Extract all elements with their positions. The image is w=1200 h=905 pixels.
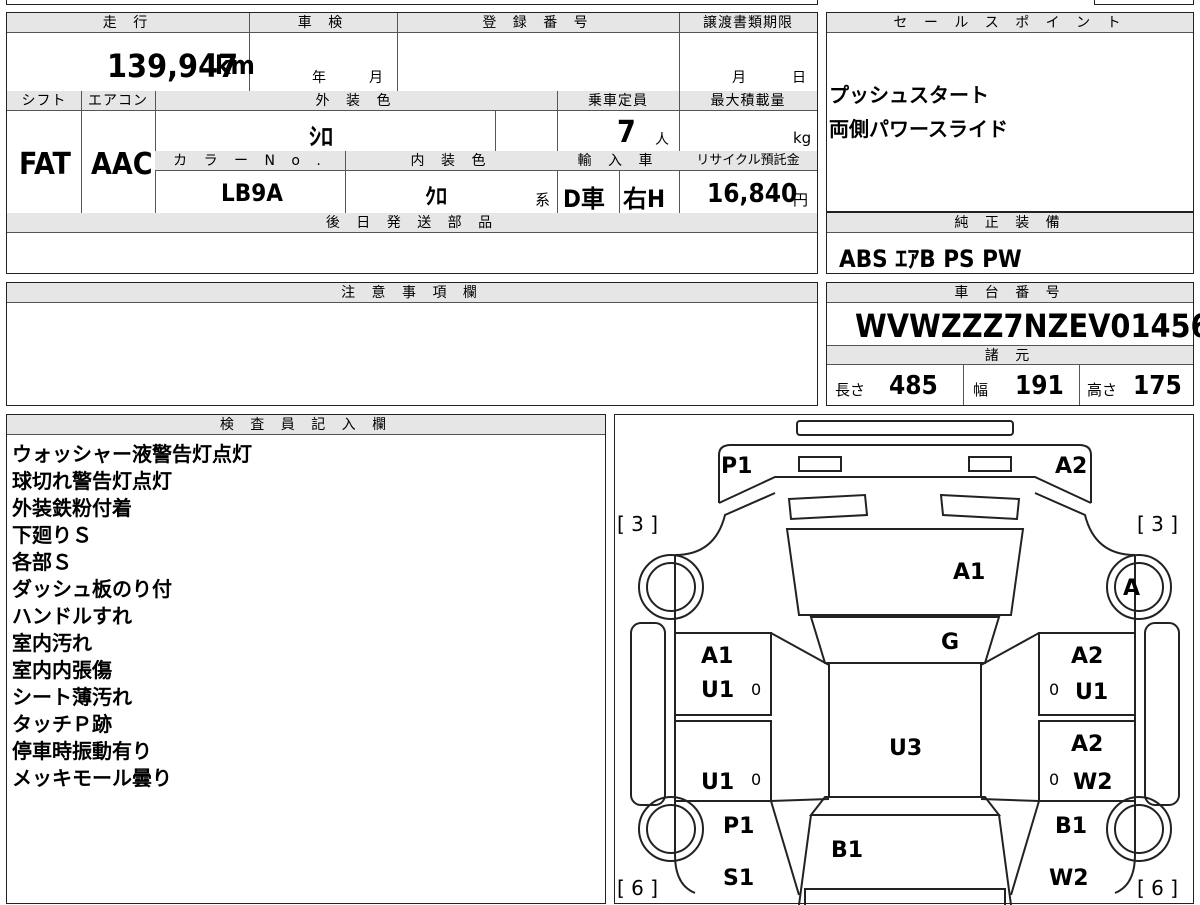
chassis-value: WVWZZZ7NZEV014560 (855, 307, 1200, 345)
bracket-left-bottom: [ 6 ] (617, 876, 658, 900)
specs-header: 諸 元 (827, 345, 1193, 365)
remark-item: ハンドルすれ (12, 604, 132, 628)
equipment-header: 純 正 装 備 (827, 213, 1193, 233)
mark-front-right: A2 (1055, 454, 1087, 479)
length-value: 485 (889, 371, 938, 401)
color-no-header: カ ラ ー N o . (155, 151, 345, 171)
shift-value: FAT (19, 147, 71, 182)
chassis-panel: 車 台 番 号 WVWZZZ7NZEV014560 諸 元 長さ 485 幅 1… (826, 282, 1200, 406)
inspector-panel: 検 査 員 記 入 欄 ウォッシャー液警告灯点灯 球切れ警告灯点灯 外装鉄粉付着… (6, 414, 606, 904)
height-label: 高さ (1087, 381, 1118, 399)
import-header: 輸 入 車 (557, 151, 679, 171)
later-parts-header: 後 日 発 送 部 品 (7, 213, 817, 233)
mileage-header: 走 行 (7, 13, 249, 33)
equipment-value: ABS ｴｱB PS PW (839, 245, 1022, 273)
capacity-header: 乗車定員 (557, 91, 679, 111)
max-load-unit: kg (793, 129, 812, 147)
import-value-1: D車 (563, 185, 605, 213)
mark-right-quarter-1: B1 (1055, 814, 1087, 839)
inspector-header: 検 査 員 記 入 欄 (7, 415, 605, 435)
bracket-right-bottom: [ 6 ] (1137, 876, 1178, 900)
recycle-header: リサイクル預託金 (679, 151, 817, 171)
interior-color-value: ｸﾛ (425, 185, 448, 210)
aircon-value: AAC (91, 147, 153, 182)
shift-header: シフト (7, 91, 81, 111)
transfer-day: 日 (792, 70, 806, 86)
zero-mark: 0 (751, 680, 761, 699)
remark-item: 停車時振動有り (12, 739, 152, 763)
remark-item: 外装鉄粉付着 (12, 496, 132, 520)
color-no-value: LB9A (221, 179, 283, 207)
sales-point-line-2: 両側パワースライド (829, 117, 1008, 141)
remark-item: 室内内張傷 (12, 658, 112, 682)
zero-mark: 0 (751, 770, 761, 789)
mark-right-rear-door-1: A2 (1071, 732, 1103, 757)
zero-mark: 0 (1049, 770, 1059, 789)
mark-left-quarter-2: S1 (723, 866, 754, 891)
zero-mark: 0 (1049, 680, 1059, 699)
notes-header: 注 意 事 項 欄 (7, 283, 817, 303)
capacity-value: 7 (617, 115, 636, 150)
inspection-month: 月 (369, 70, 383, 86)
recycle-unit: 円 (793, 191, 809, 209)
remark-item: 下廻りＳ (12, 523, 92, 547)
exterior-color-header: 外 装 色 (155, 91, 557, 111)
mark-right-rear-door-2: W2 (1073, 770, 1113, 795)
top-strip (6, 0, 818, 5)
bracket-right-top: [ 3 ] (1137, 512, 1178, 536)
car-diagram: P1 A2 A1 A G A1 U1 A2 U1 U3 A2 U1 W2 P1 … (617, 420, 1180, 905)
sales-point-header: セ ー ル ス ポ イ ン ト (827, 13, 1193, 33)
width-value: 191 (1015, 371, 1064, 401)
remark-item: 各部Ｓ (12, 550, 72, 574)
mark-right-front-door-1: A2 (1071, 644, 1103, 669)
vehicle-info-table: 走 行 車 検 登 録 番 号 譲渡書類期限 139,947 km 年 月 月 … (6, 12, 818, 274)
sales-point-panel: セ ー ル ス ポ イ ン ト プッシュスタート 両側パワースライド (826, 12, 1194, 212)
interior-color-suffix: 系 (535, 191, 551, 209)
equipment-panel: 純 正 装 備 ABS ｴｱB PS PW (826, 212, 1194, 274)
exterior-color-value: ｼﾛ (309, 123, 333, 151)
remark-item: ウォッシャー液警告灯点灯 (12, 442, 252, 466)
mileage-unit: km (215, 51, 255, 81)
mark-left-quarter-1: P1 (723, 814, 754, 839)
mark-right-front-wheel: A (1123, 576, 1140, 601)
mark-front-left: P1 (721, 454, 752, 479)
remark-item: 室内汚れ (12, 631, 92, 655)
aircon-header: エアコン (81, 91, 155, 111)
mark-back-door: B1 (831, 838, 863, 863)
sales-point-line-1: プッシュスタート (829, 83, 989, 107)
capacity-unit: 人 (655, 132, 669, 148)
length-label: 長さ (835, 381, 866, 399)
width-label: 幅 (973, 381, 989, 399)
transfer-header: 譲渡書類期限 (679, 13, 817, 33)
recycle-value: 16,840 (707, 179, 798, 209)
max-load-header: 最大積載量 (679, 91, 817, 111)
registration-header: 登 録 番 号 (397, 13, 679, 33)
remark-item: 球切れ警告灯点灯 (12, 469, 172, 493)
mark-left-rear-door: U1 (701, 770, 734, 795)
chassis-header: 車 台 番 号 (827, 283, 1193, 303)
bracket-left-top: [ 3 ] (617, 512, 658, 536)
mark-right-front-door-2: U1 (1075, 680, 1108, 705)
interior-color-header: 内 装 色 (345, 151, 557, 171)
mark-left-front-door-2: U1 (701, 678, 734, 703)
height-value: 175 (1133, 371, 1182, 401)
car-diagram-panel: P1 A2 A1 A G A1 U1 A2 U1 U3 A2 U1 W2 P1 … (614, 414, 1194, 905)
import-value-2: 右H (623, 185, 666, 213)
mark-windshield: G (941, 630, 959, 655)
inspection-year: 年 (312, 70, 326, 86)
mark-hood: A1 (953, 560, 985, 585)
inspector-remarks-list: ウォッシャー液警告灯点灯 球切れ警告灯点灯 外装鉄粉付着 下廻りＳ 各部Ｓ ダッ… (12, 441, 252, 792)
mark-left-front-door-1: A1 (701, 644, 733, 669)
top-strip-right (1094, 0, 1194, 5)
mark-right-quarter-2: W2 (1049, 866, 1089, 891)
remark-item: タッチＰ跡 (12, 712, 112, 736)
inspection-header: 車 検 (249, 13, 397, 33)
remark-item: シート薄汚れ (12, 685, 132, 709)
remark-item: メッキモール曇り (12, 766, 172, 790)
transfer-month: 月 (732, 70, 746, 86)
remark-item: ダッシュ板のり付 (12, 577, 172, 601)
mark-roof: U3 (889, 736, 922, 761)
notes-panel: 注 意 事 項 欄 (6, 282, 818, 406)
